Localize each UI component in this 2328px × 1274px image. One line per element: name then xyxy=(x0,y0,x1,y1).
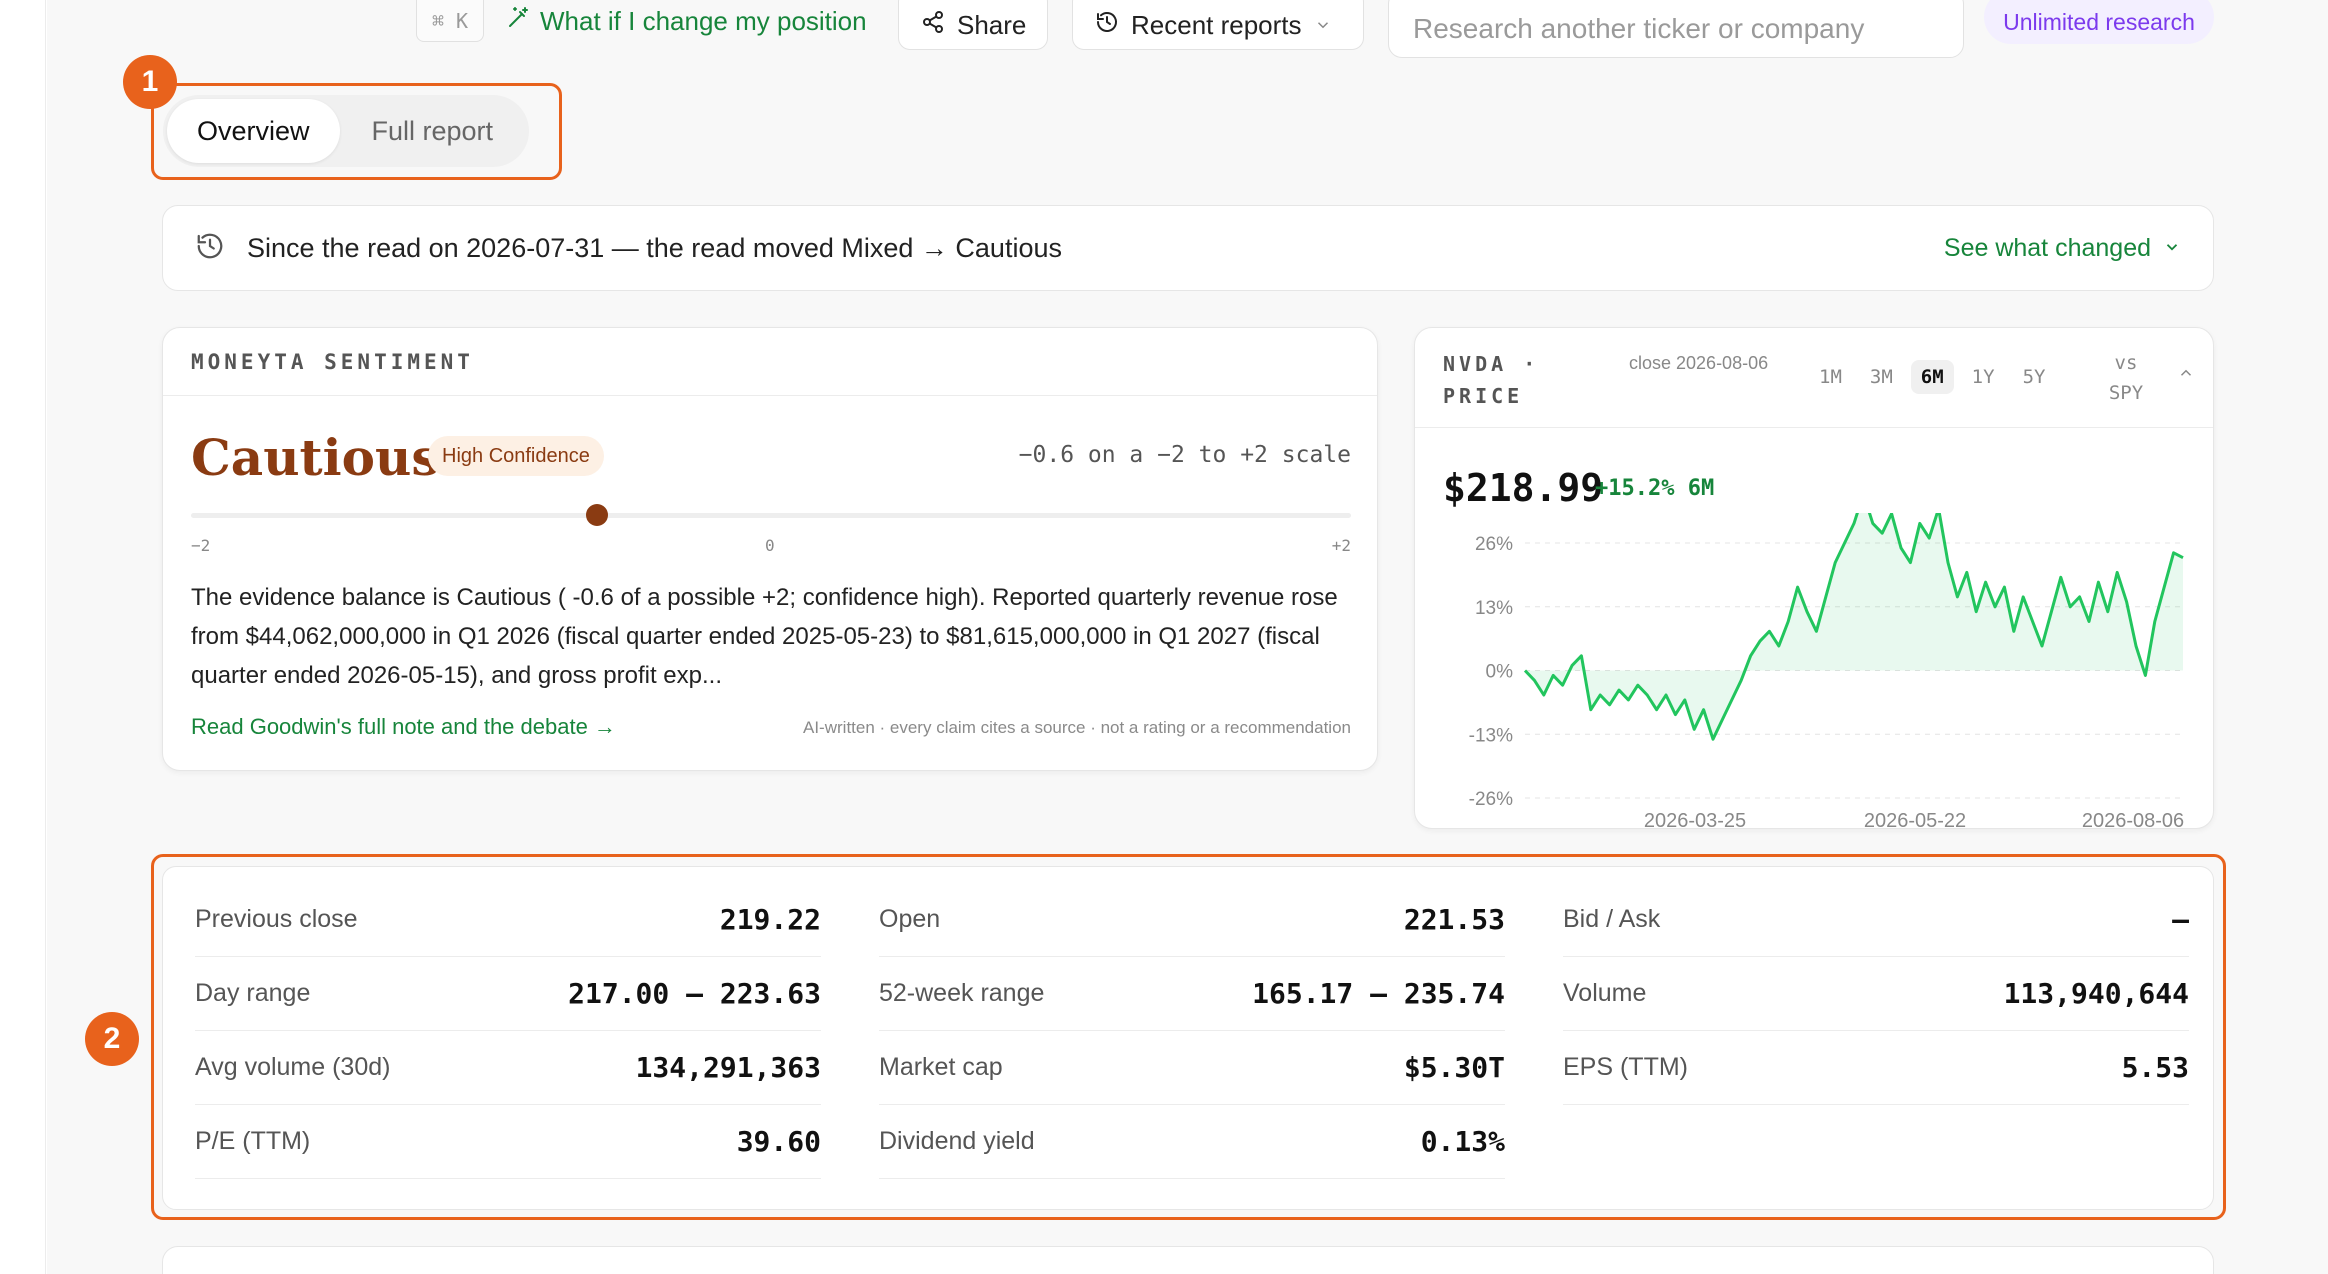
stat-value: 165.17 – 235.74 xyxy=(1252,977,1505,1010)
sentiment-scale-text: −0.6 on a −2 to +2 scale xyxy=(1018,442,1351,468)
stat-value: 113,940,644 xyxy=(2003,977,2189,1010)
stat-label: Market cap xyxy=(879,1053,1003,1081)
chart-y-tick-label: 13% xyxy=(1475,598,1513,619)
ticker-search-input[interactable] xyxy=(1388,0,1964,58)
chart-y-tick-label: 0% xyxy=(1486,662,1514,683)
banner-text: Since the read on 2026-07-31 — the read … xyxy=(247,232,1062,263)
sentiment-scale-track xyxy=(191,513,1351,518)
stat-row: 52-week range 165.17 – 235.74 xyxy=(879,957,1505,1031)
stat-label: EPS (TTM) xyxy=(1563,1053,1688,1081)
view-tabs: Overview Full report xyxy=(163,95,529,167)
stat-value: — xyxy=(2172,903,2189,936)
stat-value: $5.30T xyxy=(1403,1051,1505,1084)
vs-spy-toggle[interactable]: vs SPY xyxy=(2101,348,2151,408)
stat-label: Day range xyxy=(195,979,311,1007)
confidence-badge: High Confidence xyxy=(428,436,604,476)
stat-label: Bid / Ask xyxy=(1563,905,1661,933)
range-1y[interactable]: 1Y xyxy=(1962,360,2005,394)
magic-wand-icon xyxy=(506,6,530,37)
left-gutter xyxy=(0,0,46,1274)
sentiment-title: Cautious xyxy=(191,428,440,487)
tab-overview[interactable]: Overview xyxy=(167,99,340,163)
stat-row: Volume 113,940,644 xyxy=(1563,957,2189,1031)
stat-value: 5.53 xyxy=(2121,1051,2189,1084)
sentiment-card: MONEYTA SENTIMENT Cautious High Confiden… xyxy=(162,327,1378,771)
chart-x-tick-label: 2026-05-22 xyxy=(1864,810,1966,832)
stat-row: Day range 217.00 – 223.63 xyxy=(195,957,821,1031)
stat-label: Open xyxy=(879,905,941,933)
stat-value: 0.13% xyxy=(1420,1125,1505,1158)
stat-row: P/E (TTM) 39.60 xyxy=(195,1105,821,1179)
current-price: $218.99 xyxy=(1443,466,1604,510)
stat-value: 134,291,363 xyxy=(635,1051,821,1084)
range-1m[interactable]: 1M xyxy=(1809,360,1852,394)
chart-x-tick-label: 2026-03-25 xyxy=(1644,810,1746,832)
scale-min-label: −2 xyxy=(191,536,211,555)
history-icon xyxy=(195,231,225,266)
next-section-card xyxy=(162,1246,2214,1274)
chevron-up-icon[interactable] xyxy=(2177,364,2195,388)
ai-disclaimer: AI-written · every claim cites a source … xyxy=(803,718,1351,737)
stat-row: EPS (TTM) 5.53 xyxy=(1563,1031,2189,1105)
sentiment-summary: The evidence balance is Cautious ( -0.6 … xyxy=(191,584,1338,689)
recent-reports-label: Recent reports xyxy=(1131,9,1302,40)
stat-row: Dividend yield 0.13% xyxy=(879,1105,1505,1179)
unlimited-research-badge[interactable]: Unlimited research xyxy=(1984,0,2214,44)
what-if-label: What if I change my position xyxy=(540,5,867,36)
range-3m[interactable]: 3M xyxy=(1860,360,1903,394)
price-card: NVDA · PRICE close 2026-08-06 1M 3M 6M 1… xyxy=(1414,327,2214,832)
stat-label: Previous close xyxy=(195,905,358,933)
stat-label: Volume xyxy=(1563,979,1647,1007)
stat-label: 52-week range xyxy=(879,979,1045,1007)
close-date: close 2026-08-06 xyxy=(1629,353,1769,373)
stat-row: Open 221.53 xyxy=(879,883,1505,957)
annotation-badge-1: 1 xyxy=(123,55,177,109)
stat-label: Dividend yield xyxy=(879,1127,1035,1155)
what-if-link[interactable]: What if I change my position xyxy=(506,0,867,42)
range-5y[interactable]: 5Y xyxy=(2013,360,2056,394)
price-card-title: NVDA · PRICE xyxy=(1443,352,1540,408)
tab-full-report[interactable]: Full report xyxy=(340,99,526,163)
stat-value: 39.60 xyxy=(736,1125,821,1158)
chart-y-tick-label: 26% xyxy=(1475,534,1513,555)
range-selector: 1M 3M 6M 1Y 5Y xyxy=(1809,360,2055,394)
stat-value: 219.22 xyxy=(719,903,821,936)
share-label: Share xyxy=(957,9,1027,40)
share-icon xyxy=(921,10,945,41)
chevron-down-icon xyxy=(1314,10,1332,41)
stats-panel: Previous close 219.22 Day range 217.00 – 22… xyxy=(162,866,2214,1210)
stat-row: Avg volume (30d) 134,291,363 xyxy=(195,1031,821,1105)
price-change: +15.2% 6M xyxy=(1595,476,1715,501)
stat-value: 221.53 xyxy=(1403,903,1505,936)
price-card-header: NVDA · PRICE close 2026-08-06 1M 3M 6M 1… xyxy=(1415,328,2213,428)
chevron-down-icon xyxy=(2163,234,2181,263)
stat-row: Market cap $5.30T xyxy=(879,1031,1505,1105)
stat-label: P/E (TTM) xyxy=(195,1127,311,1155)
see-what-changed-link[interactable]: See what changed xyxy=(1944,234,2181,263)
chart-x-tick-label: 2026-08-06 xyxy=(2082,810,2184,832)
chart-y-tick-label: -26% xyxy=(1469,789,1513,810)
scale-max-label: +2 xyxy=(1331,536,1351,555)
chart-y-tick-label: -13% xyxy=(1469,725,1513,746)
history-icon xyxy=(1095,10,1119,41)
annotation-badge-2: 2 xyxy=(85,1012,139,1066)
stat-value: 217.00 – 223.63 xyxy=(568,977,821,1010)
stat-row: Previous close 219.22 xyxy=(195,883,821,957)
sentiment-card-header: MONEYTA SENTIMENT xyxy=(163,328,1377,396)
read-change-banner: Since the read on 2026-07-31 — the read … xyxy=(162,205,2214,291)
price-area-fill xyxy=(1525,513,2183,740)
see-what-changed-label: See what changed xyxy=(1943,233,2151,262)
range-6m[interactable]: 6M xyxy=(1910,360,1954,394)
price-chart: 26% 13% 0% -13% -26% 2026-03-25 2026-05-22 2026… xyxy=(1469,513,2184,832)
command-k-hint[interactable]: ⌘ K xyxy=(416,0,484,42)
sentiment-scale-marker xyxy=(586,504,608,526)
share-button[interactable]: Share xyxy=(898,0,1048,50)
scale-mid-label: 0 xyxy=(765,536,775,555)
top-toolbar: ⌘ K What if I change my position Share R… xyxy=(0,0,2328,60)
stat-row: Bid / Ask — xyxy=(1563,883,2189,957)
stat-label: Avg volume (30d) xyxy=(195,1053,391,1081)
full-note-link[interactable]: Read Goodwin's full note and the debate … xyxy=(191,714,616,740)
recent-reports-button[interactable]: Recent reports xyxy=(1072,0,1364,50)
